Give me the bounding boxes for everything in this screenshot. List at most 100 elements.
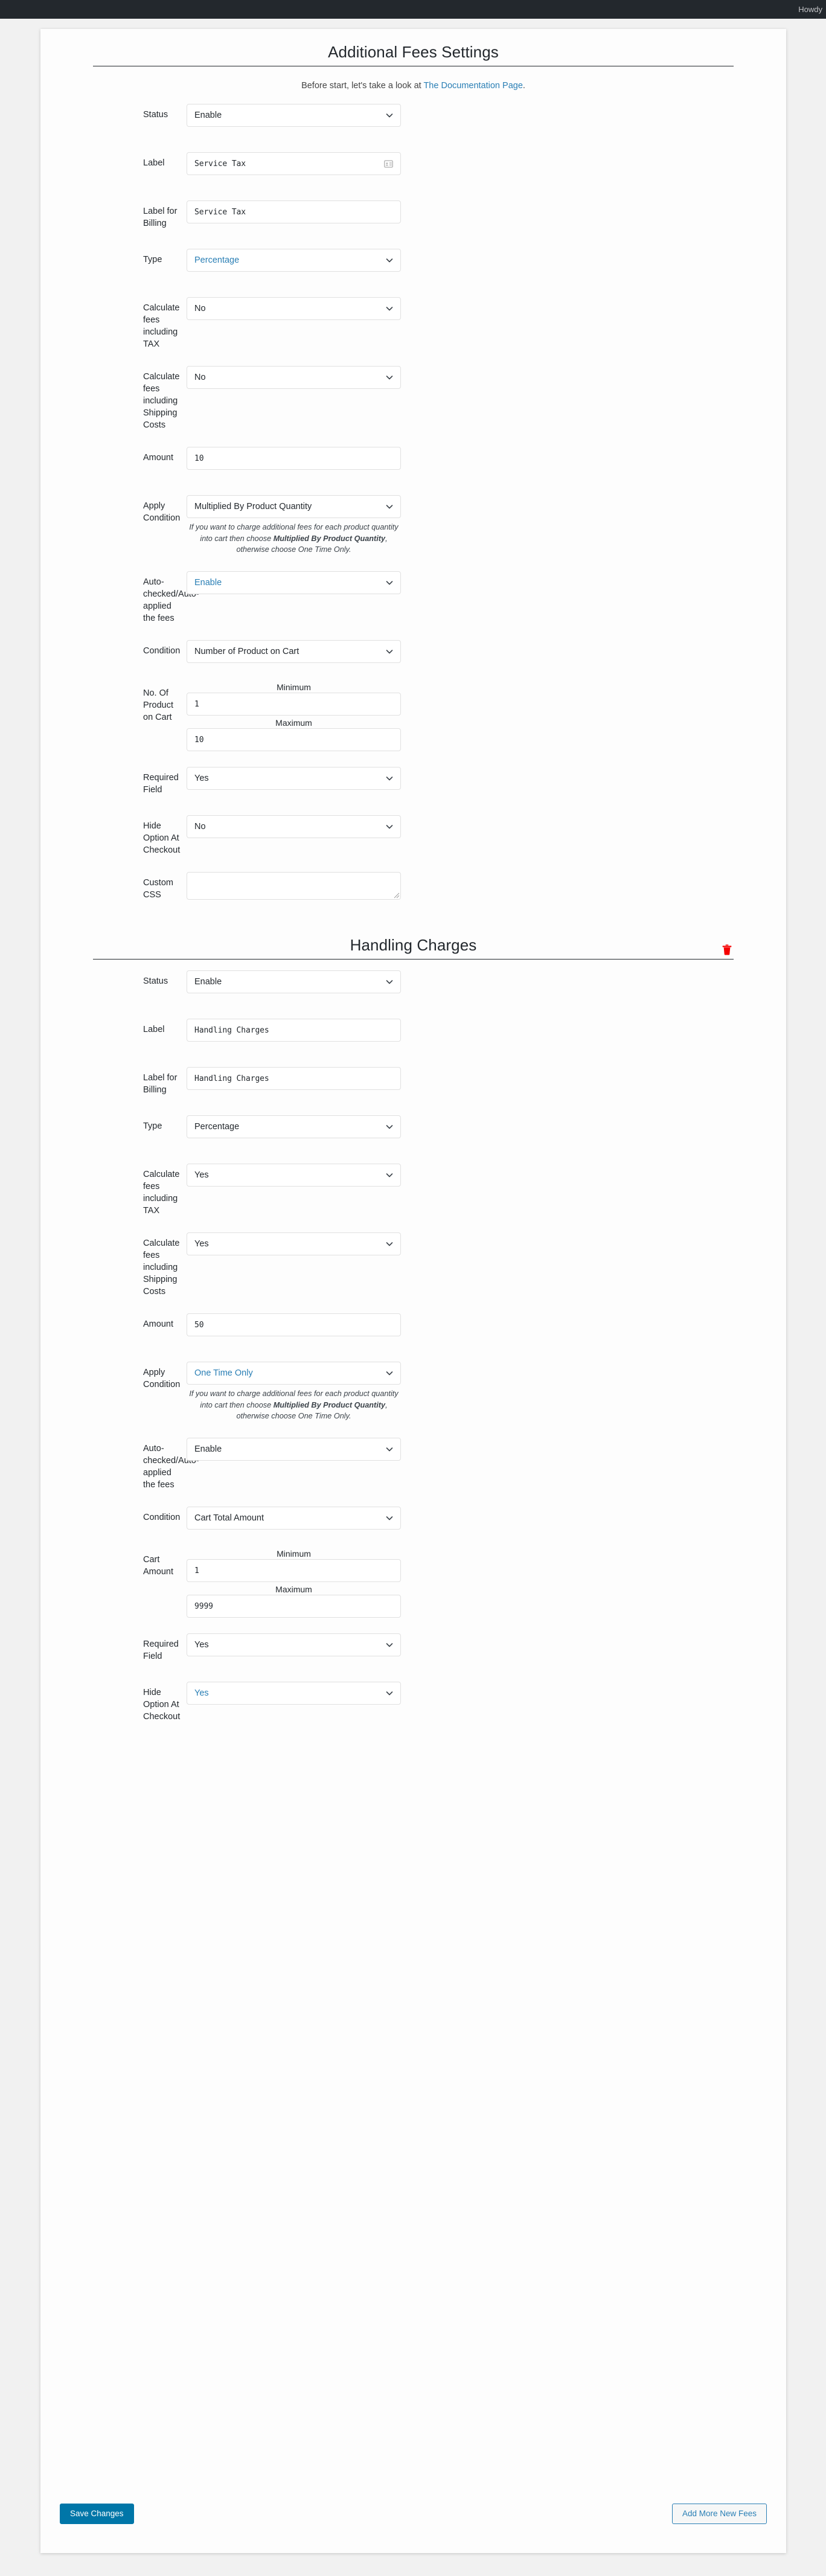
input-minimum-0[interactable]: 1 (187, 693, 401, 716)
row-label-1: Label Handling Charges (60, 1019, 767, 1051)
input-amount-0[interactable]: 10 (187, 447, 401, 470)
page-background: Additional Fees Settings Before start, l… (0, 19, 826, 2576)
input-amount-0-value: 10 (194, 453, 204, 463)
select-calc-shipping-0-value: No (194, 373, 206, 382)
row-amount-0: Amount 10 (60, 447, 767, 479)
label-amount-0: Amount (143, 453, 173, 463)
row-apply-condition-1: Apply Condition One Time Only If you wan… (60, 1362, 767, 1422)
select-calc-tax-1[interactable]: Yes (187, 1164, 401, 1187)
row-calc-tax-0: Calculate fees including TAX No (60, 297, 767, 350)
save-changes-button[interactable]: Save Changes (60, 2504, 134, 2525)
select-required-field-0-value: Yes (194, 774, 209, 784)
label-calc-shipping-1: Calculate fees including Shipping Costs (143, 1238, 180, 1297)
row-condition-1: Condition Cart Total Amount (60, 1507, 767, 1539)
chevron-down-icon (386, 257, 393, 264)
settings-card-inner: Additional Fees Settings Before start, l… (40, 29, 786, 1723)
select-hide-option-1-value: Yes (194, 1688, 209, 1699)
select-hide-option-0-value: No (194, 822, 206, 832)
input-label-1[interactable]: Handling Charges (187, 1019, 401, 1042)
label-condition-0: Condition (143, 646, 181, 656)
fee-section-1: Status Enable Label Handling Charges Lab… (60, 960, 767, 1723)
select-auto-checked-1[interactable]: Enable (187, 1438, 401, 1461)
address-card-icon[interactable] (384, 159, 393, 168)
section-title-1: Handling Charges (350, 936, 477, 955)
chevron-down-icon (386, 1690, 393, 1697)
textarea-custom-css-0[interactable] (187, 872, 401, 900)
label-type-0: Type (143, 255, 162, 264)
hint-bold: Multiplied By Product Quantity (273, 1400, 386, 1409)
select-condition-0-value: Number of Product on Cart (194, 647, 299, 657)
label-apply-condition-1: Apply Condition (143, 1368, 181, 1390)
select-calc-shipping-0[interactable]: No (187, 366, 401, 389)
select-status-1-value: Enable (194, 977, 222, 987)
row-status-1: Status Enable (60, 970, 767, 1003)
select-calc-shipping-1[interactable]: Yes (187, 1232, 401, 1256)
select-required-field-0[interactable]: Yes (187, 767, 401, 790)
select-condition-0[interactable]: Number of Product on Cart (187, 640, 401, 664)
resize-handle-icon[interactable] (392, 891, 400, 899)
row-auto-checked-1: Auto-checked/Auto-applied the fees Enabl… (60, 1438, 767, 1491)
label-label-billing-0: Label for Billing (143, 207, 178, 228)
row-label-0: Label Service Tax (60, 152, 767, 185)
delete-fee-button[interactable] (720, 943, 734, 956)
label-label-0: Label (143, 158, 165, 168)
row-required-field-1: Required Field Yes (60, 1633, 767, 1666)
select-calc-tax-0[interactable]: No (187, 297, 401, 320)
label-maximum-1: Maximum (275, 1584, 312, 1595)
input-minimum-1-value: 1 (194, 1566, 199, 1575)
page-title: Additional Fees Settings (328, 43, 499, 61)
admin-bar-howdy-label[interactable]: Howdy (798, 5, 822, 14)
input-amount-1[interactable]: 50 (187, 1313, 401, 1337)
chevron-down-icon (386, 579, 393, 586)
label-label-billing-1: Label for Billing (143, 1073, 178, 1095)
select-apply-condition-1[interactable]: One Time Only (187, 1362, 401, 1385)
wp-admin-bar: Howdy (0, 0, 826, 19)
input-maximum-1-value: 9999 (194, 1601, 213, 1611)
row-calc-shipping-0: Calculate fees including Shipping Costs … (60, 366, 767, 431)
chevron-down-icon (386, 1171, 393, 1179)
select-required-field-1-value: Yes (194, 1640, 209, 1650)
select-status-1[interactable]: Enable (187, 970, 401, 994)
row-range-1: Cart Amount Minimum 1 Maximum 9999 (60, 1549, 767, 1618)
input-minimum-1[interactable]: 1 (187, 1559, 401, 1583)
label-range-1: Cart Amount (143, 1555, 173, 1577)
select-apply-condition-1-value: One Time Only (194, 1368, 253, 1379)
select-type-1[interactable]: Percentage (187, 1115, 401, 1139)
section-header-1: Handling Charges (93, 923, 734, 960)
select-required-field-1[interactable]: Yes (187, 1633, 401, 1657)
label-hide-option-1: Hide Option At Checkout (143, 1688, 181, 1722)
input-label-billing-1[interactable]: Handling Charges (187, 1067, 401, 1091)
select-auto-checked-0[interactable]: Enable (187, 571, 401, 595)
select-status-0-value: Enable (194, 111, 222, 120)
input-maximum-1[interactable]: 9999 (187, 1595, 401, 1618)
select-hide-option-0[interactable]: No (187, 815, 401, 839)
input-maximum-0[interactable]: 10 (187, 728, 401, 752)
chevron-down-icon (386, 648, 393, 655)
select-type-0-value: Percentage (194, 255, 240, 265)
fee-section-0: Status Enable Label Service Tax Label fo… (60, 93, 767, 905)
select-hide-option-1[interactable]: Yes (187, 1682, 401, 1705)
row-condition-0: Condition Number of Product on Cart (60, 640, 767, 673)
intro-prefix: Before start, let's take a look at (301, 81, 424, 91)
label-condition-1: Condition (143, 1513, 181, 1523)
label-calc-shipping-0: Calculate fees including Shipping Costs (143, 372, 180, 430)
select-condition-1[interactable]: Cart Total Amount (187, 1507, 401, 1530)
select-auto-checked-1-value: Enable (194, 1444, 222, 1455)
row-amount-1: Amount 50 (60, 1313, 767, 1346)
documentation-link[interactable]: The Documentation Page (423, 81, 522, 91)
chevron-down-icon (386, 1240, 393, 1248)
input-minimum-0-value: 1 (194, 699, 199, 709)
chevron-down-icon (386, 978, 393, 985)
label-apply-condition-0: Apply Condition (143, 501, 181, 523)
add-more-new-fees-button[interactable]: Add More New Fees (671, 2504, 767, 2525)
row-status-0: Status Enable (60, 104, 767, 136)
row-hide-option-0: Hide Option At Checkout No (60, 815, 767, 856)
select-type-0[interactable]: Percentage (187, 249, 401, 272)
select-status-0[interactable]: Enable (187, 104, 401, 127)
input-label-0[interactable]: Service Tax (187, 152, 401, 175)
label-hide-option-0: Hide Option At Checkout (143, 821, 181, 856)
input-maximum-0-value: 10 (194, 735, 204, 745)
chevron-down-icon (386, 1370, 393, 1377)
input-label-billing-0[interactable]: Service Tax (187, 200, 401, 223)
select-apply-condition-0[interactable]: Multiplied By Product Quantity (187, 495, 401, 518)
